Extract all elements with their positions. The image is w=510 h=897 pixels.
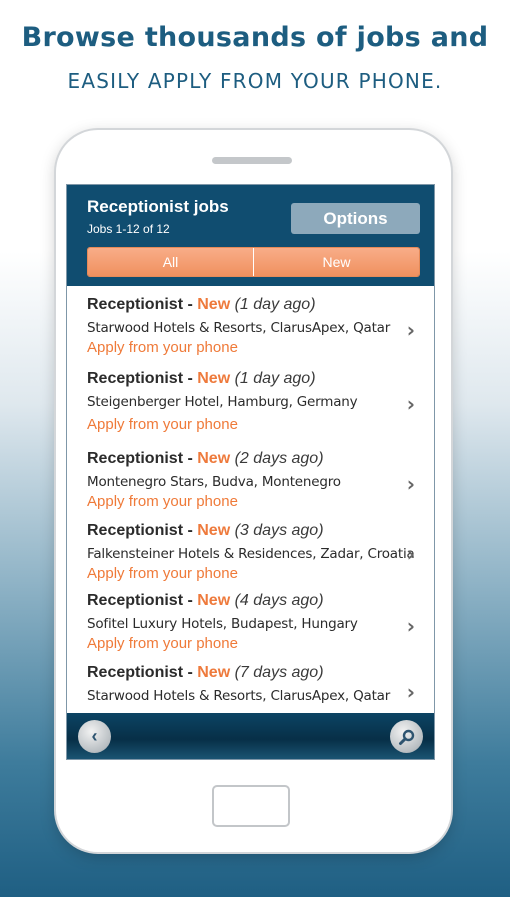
posted-age: (2 days ago)	[234, 450, 324, 467]
title-separator: -	[183, 296, 198, 313]
app-screen: Receptionist jobs Jobs 1-12 of 12 Option…	[66, 184, 435, 760]
posted-age: (1 day ago)	[234, 370, 316, 387]
job-list-item[interactable]: Receptionist - New (4 days ago) Sofitel …	[67, 582, 434, 652]
job-title: Receptionist	[87, 370, 184, 387]
job-company: Starwood Hotels & Resorts, ClarusApex, Q…	[87, 320, 391, 336]
job-title: Receptionist	[87, 664, 184, 681]
job-title: Receptionist	[87, 522, 184, 539]
apply-link[interactable]: Apply from your phone	[87, 416, 238, 433]
chevron-right-icon: ›	[406, 614, 415, 638]
new-badge: New	[197, 450, 231, 467]
job-title-line: Receptionist - New (4 days ago)	[87, 592, 324, 610]
title-separator: -	[183, 664, 198, 681]
job-list-item[interactable]: Receptionist - New (2 days ago) Monteneg…	[67, 440, 434, 510]
back-arrow-icon: ‹	[91, 726, 98, 746]
new-badge: New	[197, 592, 231, 609]
new-badge: New	[197, 296, 231, 313]
job-list-item[interactable]: Receptionist - New (1 day ago) Steigenbe…	[67, 360, 434, 433]
tab-new[interactable]: New	[253, 248, 419, 276]
job-company: Sofitel Luxury Hotels, Budapest, Hungary	[87, 616, 358, 632]
new-badge: New	[197, 370, 231, 387]
title-separator: -	[183, 592, 198, 609]
tab-all[interactable]: All	[88, 248, 253, 276]
title-separator: -	[183, 450, 198, 467]
chevron-right-icon: ›	[406, 392, 415, 416]
job-title: Receptionist	[87, 450, 184, 467]
new-badge: New	[197, 522, 231, 539]
chevron-right-icon: ›	[406, 680, 415, 704]
promo-headline: Browse thousands of jobs and	[21, 22, 489, 53]
chevron-right-icon: ›	[406, 472, 415, 496]
job-company: Montenegro Stars, Budva, Montenegro	[87, 474, 341, 490]
results-count: Jobs 1-12 of 12	[87, 222, 170, 236]
title-separator: -	[183, 370, 198, 387]
page-title: Receptionist jobs	[87, 197, 229, 216]
posted-age: (7 days ago)	[234, 664, 324, 681]
filter-tabs: All New	[87, 247, 420, 277]
job-title-line: Receptionist - New (1 day ago)	[87, 370, 316, 388]
job-title: Receptionist	[87, 296, 184, 313]
options-button[interactable]: Options	[291, 203, 420, 234]
chevron-right-icon: ›	[406, 542, 415, 566]
phone-frame: Receptionist jobs Jobs 1-12 of 12 Option…	[56, 130, 451, 852]
title-separator: -	[183, 522, 198, 539]
app-header: Receptionist jobs Jobs 1-12 of 12 Option…	[67, 185, 434, 286]
job-title-line: Receptionist - New (7 days ago)	[87, 664, 324, 682]
job-title: Receptionist	[87, 592, 184, 609]
back-button[interactable]: ‹	[78, 720, 111, 753]
apply-link[interactable]: Apply from your phone	[87, 339, 238, 356]
apply-link[interactable]: Apply from your phone	[87, 493, 238, 510]
search-button[interactable]	[390, 720, 423, 753]
job-title-line: Receptionist - New (3 days ago)	[87, 522, 324, 540]
posted-age: (3 days ago)	[234, 522, 324, 539]
posted-age: (1 day ago)	[234, 296, 316, 313]
apply-link[interactable]: Apply from your phone	[87, 635, 238, 652]
job-company: Starwood Hotels & Resorts, ClarusApex, Q…	[87, 688, 391, 704]
phone-speaker	[212, 157, 292, 164]
posted-age: (4 days ago)	[234, 592, 324, 609]
job-title-line: Receptionist - New (1 day ago)	[87, 296, 316, 314]
promo-subheadline: EASILY APPLY FROM YOUR PHONE.	[67, 69, 443, 93]
search-icon	[398, 729, 414, 745]
job-list-item[interactable]: Receptionist - New (1 day ago) Starwood …	[67, 286, 434, 356]
apply-link[interactable]: Apply from your phone	[87, 565, 238, 582]
job-title-line: Receptionist - New (2 days ago)	[87, 450, 324, 468]
chevron-right-icon: ›	[406, 318, 415, 342]
job-company: Falkensteiner Hotels & Residences, Zadar…	[87, 546, 415, 562]
job-company: Steigenberger Hotel, Hamburg, Germany	[87, 394, 358, 410]
new-badge: New	[197, 664, 231, 681]
job-list-item[interactable]: Receptionist - New (3 days ago) Falkenst…	[67, 512, 434, 582]
bottom-toolbar: ‹	[67, 713, 434, 759]
home-button[interactable]	[212, 785, 290, 827]
